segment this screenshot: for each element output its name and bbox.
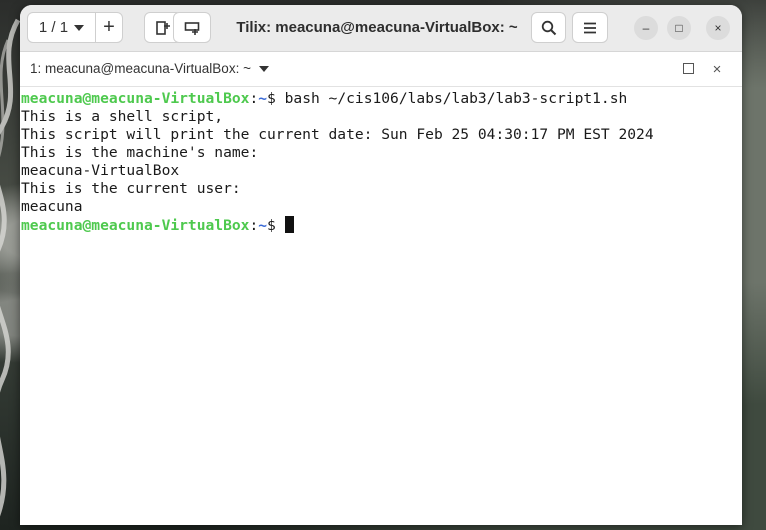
split-terminal-button[interactable] [173,12,211,43]
maximize-button[interactable]: □ [667,16,691,40]
terminal-title-menu[interactable]: 1: meacuna@meacuna-VirtualBox: ~ [30,52,269,86]
prompt-symbol: $ [267,90,285,107]
prompt-path: ~ [258,90,268,107]
session-counter: 1 / 1 [38,19,69,36]
add-terminal-icon [156,20,170,35]
close-window-button[interactable]: × [706,16,730,40]
hamburger-menu-icon [584,22,596,33]
header-bar: 1 / 1 + Tilix: meacuna@meacuna-VirtualBo… [20,5,742,52]
terminal-output-line: This script will print the current date:… [21,126,654,143]
prompt-path: ~ [258,217,268,234]
terminal-close-button[interactable]: × [704,56,730,82]
command-text: bash ~/cis106/labs/lab3/lab3-script1.sh [284,90,628,107]
text-cursor [284,216,294,233]
add-session-button[interactable]: + [96,13,122,42]
terminal-title-bar: 1: meacuna@meacuna-VirtualBox: ~ × [20,52,742,87]
maximize-icon: □ [675,21,683,35]
terminal-output[interactable]: meacuna@meacuna-VirtualBox:~$ bash ~/cis… [20,87,742,525]
main-menu-button[interactable] [572,12,608,43]
prompt-user: meacuna@meacuna-VirtualBox [21,90,250,107]
close-icon: × [714,21,722,35]
terminal-prompt-line: meacuna@meacuna-VirtualBox:~$ [21,216,742,234]
session-switcher-button[interactable]: 1 / 1 [28,13,96,42]
terminal-output-line: meacuna-VirtualBox [21,162,180,179]
prompt-separator: : [249,217,259,234]
prompt-separator: : [249,90,259,107]
session-switcher-group: 1 / 1 + [27,12,123,43]
window-title: Tilix: meacuna@meacuna-VirtualBox: ~ [236,19,518,36]
terminal-title: 1: meacuna@meacuna-VirtualBox: ~ [30,61,251,76]
terminal-output-line: meacuna [21,198,83,215]
split-terminal-icon [184,21,200,35]
minimize-button[interactable]: – [634,16,658,40]
terminal-prompt-line: meacuna@meacuna-VirtualBox:~$ bash ~/cis… [21,90,742,108]
terminal-output-line: This is a shell script, [21,108,224,125]
prompt-symbol: $ [267,217,285,234]
prompt-user: meacuna@meacuna-VirtualBox [21,217,250,234]
minimize-icon: – [642,21,650,35]
chevron-down-icon [74,24,85,31]
chevron-down-icon [258,66,269,72]
tilix-window: 1 / 1 + Tilix: meacuna@meacuna-VirtualBo… [20,5,742,525]
terminal-output-line: This is the current user: [21,180,241,197]
search-button[interactable] [531,12,566,43]
search-icon [541,20,556,35]
terminal-output-line: This is the machine's name: [21,144,259,161]
terminal-maximize-button[interactable] [683,63,694,74]
